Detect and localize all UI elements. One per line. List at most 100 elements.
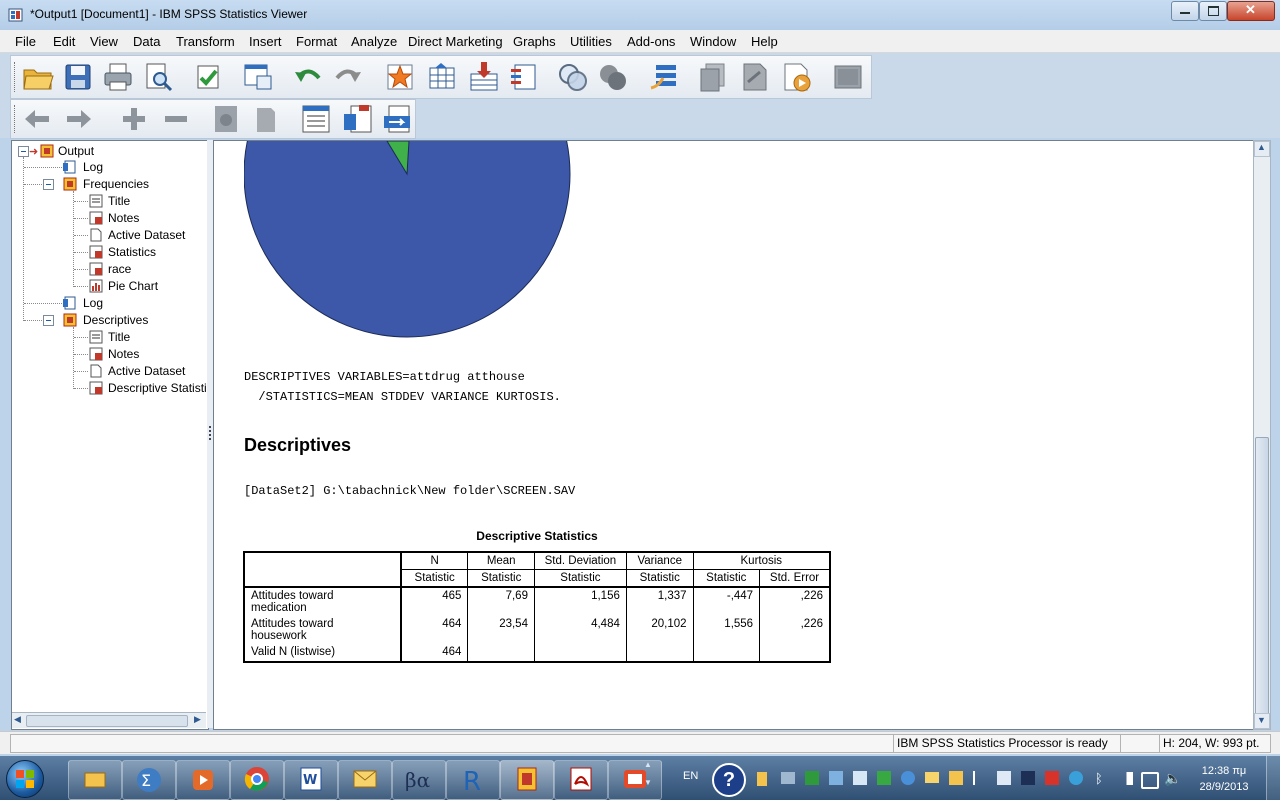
print-preview-icon[interactable]	[141, 60, 175, 94]
scroll-left-arrow-icon[interactable]: ◀	[14, 714, 21, 725]
tree-item-statistics[interactable]: Statistics	[108, 245, 156, 259]
tree-item-notes[interactable]: Notes	[108, 211, 139, 225]
maximize-button[interactable]	[1199, 1, 1227, 21]
content-vertical-scrollbar[interactable]: ▲ ▼	[1253, 140, 1271, 730]
tray-monitor-icon[interactable]	[1021, 771, 1035, 785]
tree-root-output[interactable]: Output	[58, 144, 94, 158]
tree-item-title[interactable]: Title	[108, 194, 130, 208]
hide-icon[interactable]	[249, 102, 283, 136]
clock-date[interactable]: 28/9/2013	[1192, 781, 1256, 793]
scroll-up-button[interactable]: ▲	[1254, 141, 1270, 157]
close-button[interactable]: ✕	[1227, 1, 1275, 21]
menu-data[interactable]: Data	[133, 34, 160, 49]
save-icon[interactable]	[61, 60, 95, 94]
scroll-right-arrow-icon[interactable]: ▶	[194, 714, 201, 725]
print-icon[interactable]	[101, 60, 135, 94]
scroll-down-button[interactable]: ▼	[1254, 713, 1270, 729]
menu-graphs[interactable]: Graphs	[513, 34, 556, 49]
expand-toggle[interactable]	[43, 315, 54, 326]
help-question-icon[interactable]: ?	[712, 763, 746, 797]
menu-analyze[interactable]: Analyze	[351, 34, 397, 49]
variables-icon[interactable]	[507, 60, 541, 94]
scroll-thumb[interactable]	[1255, 437, 1269, 715]
taskbar-chrome[interactable]	[230, 760, 284, 800]
tree-item-active-dataset[interactable]: Active Dataset	[108, 228, 185, 242]
tray-shield-icon[interactable]	[757, 772, 767, 786]
insert-heading-icon[interactable]	[299, 102, 333, 136]
menu-edit[interactable]: Edit	[53, 34, 75, 49]
taskbar-overflow-arrows[interactable]: ▲ ▼	[644, 760, 654, 796]
start-button[interactable]	[6, 760, 44, 798]
menu-file[interactable]: File	[15, 34, 36, 49]
menu-direct-marketing[interactable]: Direct Marketing	[408, 34, 503, 49]
promote-icon[interactable]	[21, 102, 55, 136]
volume-icon[interactable]: 🔈	[1164, 770, 1181, 787]
menu-insert[interactable]: Insert	[249, 34, 282, 49]
tray-chart-icon[interactable]	[877, 771, 891, 785]
goto-case-icon[interactable]	[425, 60, 459, 94]
taskbar-spss-viewer[interactable]	[500, 760, 554, 800]
menu-utilities[interactable]: Utilities	[570, 34, 612, 49]
show-all-variables-icon[interactable]	[596, 60, 630, 94]
signal-strength-icon[interactable]	[1117, 772, 1133, 785]
collapse-icon[interactable]	[159, 102, 193, 136]
tree-item-pie-chart[interactable]: Pie Chart	[108, 279, 158, 293]
designate-window-icon[interactable]	[696, 60, 730, 94]
tree-item-race[interactable]: race	[108, 262, 131, 276]
create-edit-autoscript-icon[interactable]	[780, 60, 814, 94]
minimize-button[interactable]	[1171, 1, 1199, 21]
tray-sync-icon[interactable]	[805, 771, 819, 785]
taskbar-math[interactable]: Σ	[122, 760, 176, 800]
open-icon[interactable]	[21, 60, 55, 94]
expand-toggle[interactable]	[43, 179, 54, 190]
toolbar-grip[interactable]	[14, 105, 18, 133]
redo-icon[interactable]	[331, 60, 365, 94]
tray-flag-icon[interactable]	[973, 771, 987, 785]
tree-item-notes-2[interactable]: Notes	[108, 347, 139, 361]
taskbar-acrobat[interactable]	[554, 760, 608, 800]
goto-data-icon[interactable]	[383, 60, 417, 94]
taskbar-word[interactable]: W	[284, 760, 338, 800]
use-sets-icon[interactable]	[556, 60, 590, 94]
tree-item-frequencies[interactable]: Frequencies	[83, 177, 149, 191]
menu-transform[interactable]: Transform	[176, 34, 235, 49]
tree-item-active-dataset-2[interactable]: Active Dataset	[108, 364, 185, 378]
scroll-thumb[interactable]	[26, 715, 188, 727]
tray-antivirus-icon[interactable]	[1045, 771, 1059, 785]
outline-horizontal-scrollbar[interactable]: ◀ ▶	[12, 712, 206, 728]
taskbar-outlook[interactable]	[338, 760, 392, 800]
select-last-output-icon[interactable]	[738, 60, 772, 94]
goto-variable-icon[interactable]	[467, 60, 501, 94]
taskbar-r[interactable]: R	[446, 760, 500, 800]
tray-display-icon[interactable]	[997, 771, 1011, 785]
show-icon[interactable]	[209, 102, 243, 136]
toolbar-grip[interactable]	[14, 62, 18, 92]
spelling-icon[interactable]	[648, 60, 682, 94]
tree-item-log[interactable]: Log	[83, 160, 103, 174]
undo-icon[interactable]	[291, 60, 325, 94]
pie-chart[interactable]	[244, 141, 574, 341]
clock-time[interactable]: 12:38 πμ	[1192, 765, 1256, 777]
tray-globe-icon[interactable]	[901, 771, 915, 785]
taskbar-explorer[interactable]	[68, 760, 122, 800]
insert-title-icon[interactable]	[341, 102, 375, 136]
insert-text-icon[interactable]	[381, 102, 415, 136]
tray-device-icon[interactable]	[853, 771, 867, 785]
demote-icon[interactable]	[61, 102, 95, 136]
menu-format[interactable]: Format	[296, 34, 337, 49]
expand-icon[interactable]	[117, 102, 151, 136]
export-icon[interactable]	[191, 60, 225, 94]
tray-outlook-icon[interactable]	[949, 771, 963, 785]
power-icon[interactable]	[1141, 772, 1159, 789]
expand-toggle[interactable]	[18, 146, 29, 157]
menu-window[interactable]: Window	[690, 34, 736, 49]
menu-view[interactable]: View	[90, 34, 118, 49]
menu-help[interactable]: Help	[751, 34, 778, 49]
taskbar-spss-stats[interactable]: βα	[392, 760, 446, 800]
tray-network-icon[interactable]	[781, 772, 795, 784]
bluetooth-icon[interactable]: ᛒ	[1095, 771, 1103, 786]
tree-item-descriptive-statistics[interactable]: Descriptive Statistics	[108, 381, 208, 395]
taskbar-media[interactable]	[176, 760, 230, 800]
run-script-icon[interactable]	[831, 60, 865, 94]
tray-update-icon[interactable]	[1069, 771, 1083, 785]
